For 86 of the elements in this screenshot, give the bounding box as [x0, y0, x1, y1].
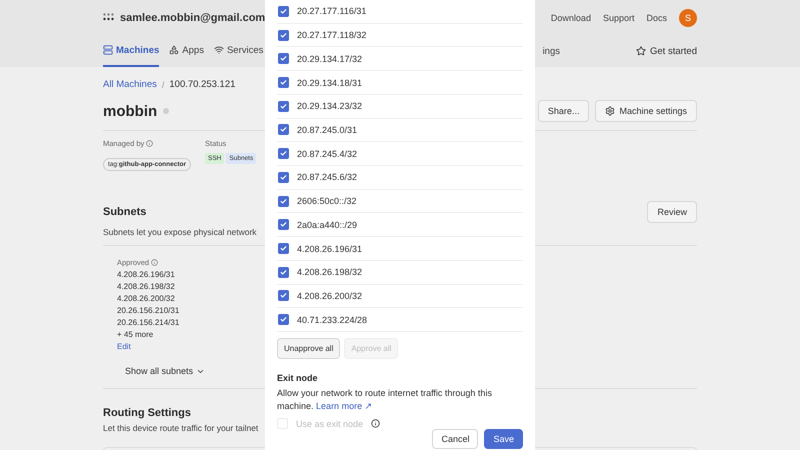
checkbox[interactable]: [278, 77, 289, 88]
section-description: Subnets let you expose physical network: [103, 227, 257, 237]
info-icon: [151, 259, 158, 266]
star-icon: [636, 46, 646, 56]
exit-node-title: Exit node: [277, 373, 318, 384]
unapprove-all-button[interactable]: Unapprove all: [277, 338, 340, 360]
checkbox[interactable]: [278, 172, 289, 183]
check-icon: [280, 79, 287, 86]
nav-tab[interactable]: ings: [542, 35, 560, 67]
section-title: Subnets: [103, 206, 146, 218]
check-icon: [280, 221, 287, 228]
edit-link[interactable]: Edit: [117, 342, 131, 351]
share-button[interactable]: Share...: [538, 100, 590, 122]
check-icon: [280, 102, 287, 110]
check-icon: [280, 174, 287, 181]
breadcrumb-separator: /: [162, 80, 164, 90]
subnet-address: 4.208.26.196/31: [297, 244, 362, 254]
nav-tab[interactable]: Apps: [169, 35, 204, 67]
subnet-address: 20.29.134.18/31: [297, 78, 362, 88]
settings-icon: [605, 106, 616, 116]
subnet-address: 40.71.233.224/28: [297, 314, 368, 325]
checkbox[interactable]: [278, 100, 289, 112]
breadcrumb-current: 100.70.253.121: [169, 79, 236, 90]
checkbox[interactable]: [278, 53, 289, 64]
check-icon: [280, 245, 287, 252]
check-icon: [280, 292, 287, 300]
subnet-address: 20.87.245.6/32: [297, 172, 358, 182]
subnet-address: 2a0a:a440::/29: [297, 220, 358, 230]
nav-tab[interactable]: Machines: [103, 35, 160, 67]
subnet-address: 20.27.177.116/31: [297, 6, 366, 16]
check-icon: [280, 198, 287, 205]
header-link[interactable]: Download: [550, 12, 591, 22]
checkbox[interactable]: [278, 219, 289, 230]
checkbox[interactable]: [278, 148, 289, 160]
subnet-address: 20.27.177.118/32: [297, 30, 366, 40]
subnet-address: 20.87.245.0/31: [297, 124, 358, 135]
checkbox[interactable]: [278, 314, 289, 326]
checkbox[interactable]: [278, 290, 289, 302]
dots-logo-icon: [103, 13, 114, 22]
learn-more-link[interactable]: Learn more ↗: [316, 401, 373, 412]
subnet-address: 4.208.26.200/32: [297, 290, 362, 301]
header-link[interactable]: Docs: [646, 12, 667, 22]
subnet-address: 4.208.26.198/32: [117, 282, 175, 291]
header-link[interactable]: Support: [602, 12, 634, 22]
checkbox[interactable]: [278, 30, 289, 41]
subnet-address: 2606:50c0::/32: [297, 196, 357, 206]
subnet-address: 4.208.26.196/31: [117, 270, 175, 279]
section-title: Routing Settings: [103, 407, 191, 419]
check-icon: [280, 268, 287, 276]
show-all-subnets-link[interactable]: Show all subnets: [125, 366, 206, 376]
breadcrumb-link[interactable]: All Machines: [103, 79, 157, 90]
save-button[interactable]: Save: [484, 429, 523, 450]
subnet-address: 4.208.26.200/32: [117, 294, 175, 303]
get-started-link[interactable]: Get started: [636, 35, 697, 67]
wifi-icon: [214, 45, 224, 55]
subnet-address: 20.29.134.23/32: [297, 101, 362, 112]
check-icon: [280, 55, 287, 62]
cancel-button[interactable]: Cancel: [432, 429, 478, 450]
checkbox[interactable]: [278, 266, 289, 278]
checkbox[interactable]: [278, 243, 289, 254]
subnet-address: 20.26.156.214/31: [117, 318, 180, 327]
more-count: + 45 more: [117, 330, 154, 339]
check-icon: [280, 316, 287, 324]
check-icon: [280, 126, 287, 134]
nav-tab[interactable]: Services: [214, 35, 264, 67]
check-icon: [280, 8, 287, 15]
check-icon: [280, 32, 287, 39]
subnet-address: 20.87.245.4/32: [297, 148, 358, 159]
info-icon: [146, 140, 154, 147]
subnet-address: 20.26.156.210/31: [117, 306, 180, 315]
subnet-address: 4.208.26.198/32: [297, 267, 362, 278]
exit-node-option-label: Use as exit node: [296, 418, 364, 429]
info-icon: [371, 419, 380, 428]
machine-name: mobbin: [103, 102, 158, 120]
review-button[interactable]: Review: [647, 201, 697, 223]
checkbox[interactable]: [278, 124, 289, 136]
exit-node-description: Allow your network to route internet traffic through this machine. Learn more ↗: [277, 387, 493, 414]
check-icon: [280, 150, 287, 158]
settings-button[interactable]: Machine settings: [595, 100, 697, 122]
shapes-icon: [169, 45, 180, 55]
checkbox[interactable]: [278, 196, 289, 207]
subnet-address: 20.29.134.17/32: [297, 54, 362, 64]
section-description: Let this device route traffic for your tailnet: [103, 423, 258, 433]
server-icon: [103, 45, 113, 55]
checkbox[interactable]: [278, 6, 289, 17]
account-email: samlee.mobbin@gmail.com: [120, 12, 266, 24]
